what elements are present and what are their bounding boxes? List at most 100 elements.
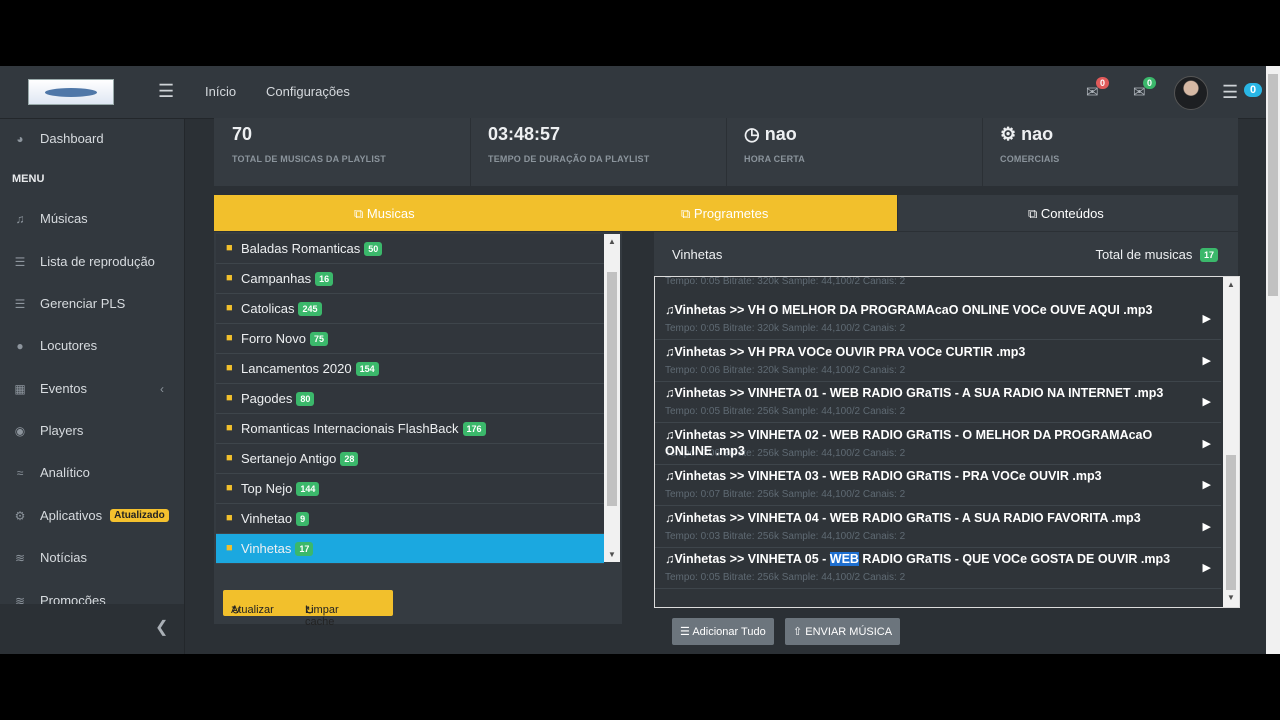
nav-inicio[interactable]: Início	[205, 84, 236, 99]
stat-value: ◷ nao	[744, 124, 797, 145]
scrollbar-thumb[interactable]	[607, 272, 617, 506]
sidebar-item-aplicativos[interactable]: ⚙ Aplicativos Atualizado	[12, 508, 169, 523]
sidebar-item-dashboard[interactable]: ◕ Dashboard	[12, 131, 104, 146]
dashboard-icon: ◕	[16, 131, 24, 146]
songs-list: Tempo: 0:05 Bitrate: 320k Sample: 44,100…	[654, 276, 1240, 608]
music-note-icon: ♫	[665, 469, 675, 483]
play-icon[interactable]: ▶	[1203, 520, 1211, 533]
scroll-up-icon[interactable]: ▲	[608, 237, 616, 246]
scroll-down-icon[interactable]: ▼	[1227, 593, 1235, 602]
folder-item[interactable]: ■ Sertanejo Antigo 28	[216, 444, 604, 474]
folder-item[interactable]: ■ Lancamentos 2020 154	[216, 354, 604, 384]
folder-item[interactable]: ■ Top Nejo 144	[216, 474, 604, 504]
sidebar-item-label: Dashboard	[40, 131, 104, 146]
folder-item[interactable]: ■ Romanticas Internacionais FlashBack 176	[216, 414, 604, 444]
folder-icon: ■	[226, 362, 233, 374]
song-row[interactable]: ♫Vinhetas >> VINHETA 04 - WEB RADIO GRaT…	[655, 506, 1221, 548]
chevron-left-icon[interactable]: ❮	[155, 617, 168, 637]
folder-item[interactable]: ■ Baladas Romanticas 50	[216, 234, 604, 264]
tab-group-yellow: ⧉ Musicas ⧉ Programetes	[214, 195, 897, 231]
folder-item[interactable]: ■ Catolicas 245	[216, 294, 604, 324]
music-note-icon: ♫	[665, 303, 675, 317]
folder-list: ■ Baladas Romanticas 50 ■ Campanhas 16 ■ Cato…	[216, 234, 604, 564]
sidebar-item-locutores[interactable]: ● Locutores	[12, 338, 97, 353]
chat-icon[interactable]: ✉ 0	[1086, 77, 1110, 101]
folder-item-selected[interactable]: ■ Vinhetas 17	[216, 534, 604, 564]
folder-list-scrollbar[interactable]: ▲ ▼	[604, 234, 620, 562]
song-title: Vinhetas >> VINHETA 05 -	[674, 552, 830, 566]
song-row[interactable]: ♫Vinhetas >> VINHETA 05 - WEB RADIO GRaT…	[655, 547, 1221, 589]
song-title: Vinhetas >> VH PRA VOCe OUVIR PRA VOCe C…	[674, 345, 1026, 359]
sidebar-item-label: Eventos	[40, 381, 87, 396]
sidebar-collapse-bar[interactable]: ❮	[0, 604, 184, 654]
play-icon[interactable]: ▶	[1203, 478, 1211, 491]
mail-icon[interactable]: ✉ 0	[1133, 77, 1157, 101]
sidebar-item-analitico[interactable]: ≈ Analítico	[12, 465, 90, 480]
song-row[interactable]: ♫Vinhetas >> VINHETA 03 - WEB RADIO GRaT…	[655, 464, 1221, 506]
folder-icon: ■	[226, 422, 233, 434]
folder-name: Top Nejo	[241, 481, 293, 496]
right-menu-icon[interactable]: ☰	[1222, 82, 1238, 103]
brand-logo[interactable]	[28, 79, 114, 105]
tab-label: Programetes	[693, 206, 769, 221]
stat-value-text: nao	[764, 124, 797, 144]
folder-count-badge: 28	[340, 452, 359, 466]
play-icon[interactable]: ▶	[1203, 437, 1211, 450]
sidebar-item-musicas[interactable]: ♫ Músicas	[12, 211, 88, 226]
song-meta: Tempo: 0:03 Bitrate: 256k Sample: 44,100…	[665, 531, 906, 542]
play-icon[interactable]: ▶	[1203, 395, 1211, 408]
nav-configuracoes[interactable]: Configurações	[266, 84, 350, 99]
clock-icon: ◷	[744, 124, 760, 144]
sidebar-item-label: Locutores	[40, 338, 98, 353]
tab-musicas[interactable]: ⧉ Musicas	[354, 206, 415, 222]
play-icon[interactable]: ▶	[1203, 354, 1211, 367]
sidebar-item-lista-de-reproducao[interactable]: ☰ Lista de reprodução	[12, 254, 155, 269]
songs-list-scrollbar[interactable]: ▲ ▼	[1223, 277, 1239, 607]
user-avatar[interactable]	[1174, 76, 1208, 110]
folder-actions: ↻ Atualizar ↻ Limpar cache	[223, 590, 393, 628]
folder-item[interactable]: ■ Vinhetao 9	[216, 504, 604, 534]
tab-programetes[interactable]: ⧉ Programetes	[681, 206, 768, 222]
sidebar-item-players[interactable]: ◉ Players	[12, 423, 84, 438]
song-meta: Tempo: 0:07 Bitrate: 256k Sample: 44,100…	[665, 489, 906, 500]
folder-item[interactable]: ■ Forro Novo 75	[216, 324, 604, 354]
sidebar-toggle-icon[interactable]: ☰	[158, 82, 176, 100]
scroll-down-icon[interactable]: ▼	[608, 550, 616, 559]
stat-label: TEMPO DE DURAÇÃO DA PLAYLIST	[488, 154, 650, 164]
tab-conteudos[interactable]: ⧉ Conteúdos	[1028, 206, 1104, 222]
song-row[interactable]: ♫Vinhetas >> VH PRA VOCe OUVIR PRA VOCe …	[655, 340, 1221, 382]
play-icon[interactable]: ▶	[1203, 312, 1211, 325]
song-row[interactable]: ♫Vinhetas >> VINHETA 01 - WEB RADIO GRaT…	[655, 381, 1221, 423]
enviar-musica-button[interactable]: ⇧ ENVIAR MÚSICA	[785, 618, 901, 645]
song-row[interactable]: ♫Vinhetas >> VH O MELHOR DA PROGRAMAcaO …	[655, 298, 1221, 340]
sidebar-item-noticias[interactable]: ≋ Notícias	[12, 550, 87, 565]
folder-item[interactable]: ■ Pagodes 80	[216, 384, 604, 414]
song-row[interactable]: ♫Vinhetas >> VINHETA 02 - WEB RADIO GRaT…	[655, 423, 1221, 465]
sidebar-item-eventos[interactable]: ▦ Eventos	[12, 381, 87, 396]
mail-badge: 0	[1143, 77, 1157, 89]
folder-name: Vinhetao	[241, 511, 293, 526]
folder-count-badge: 17	[295, 542, 314, 556]
song-meta: Tempo: 0:05 Bitrate: 256k Sample: 44,100…	[665, 572, 906, 583]
users-icon: ●	[16, 338, 24, 353]
copy-icon: ⧉	[354, 206, 364, 221]
song-meta: Tempo: 0:05 Bitrate: 320k Sample: 44,100…	[665, 276, 906, 287]
scroll-up-icon[interactable]: ▲	[1227, 280, 1235, 289]
scrollbar-thumb[interactable]	[1268, 74, 1278, 296]
sidebar-item-label: Notícias	[40, 550, 87, 565]
tab-label: Musicas	[366, 206, 415, 221]
sidebar-item-gerenciar-pls[interactable]: ☰ Gerenciar PLS	[12, 296, 126, 311]
play-icon[interactable]: ▶	[1203, 561, 1211, 574]
total-count-badge: 17	[1199, 248, 1218, 262]
folder-count-badge: 75	[310, 332, 329, 346]
stat-value: 70	[232, 124, 253, 144]
folder-count-badge: 154	[355, 362, 379, 376]
folder-count-badge: 176	[462, 422, 486, 436]
adicionar-tudo-button[interactable]: ☰ Adicionar Tudo	[672, 618, 774, 645]
folder-icon: ■	[226, 302, 233, 314]
page-scrollbar[interactable]	[1266, 66, 1280, 654]
scrollbar-thumb[interactable]	[1226, 455, 1236, 590]
folder-item[interactable]: ■ Campanhas 16	[216, 264, 604, 294]
list-add-icon: ☰	[680, 626, 690, 638]
folder-icon: ■	[226, 542, 233, 554]
